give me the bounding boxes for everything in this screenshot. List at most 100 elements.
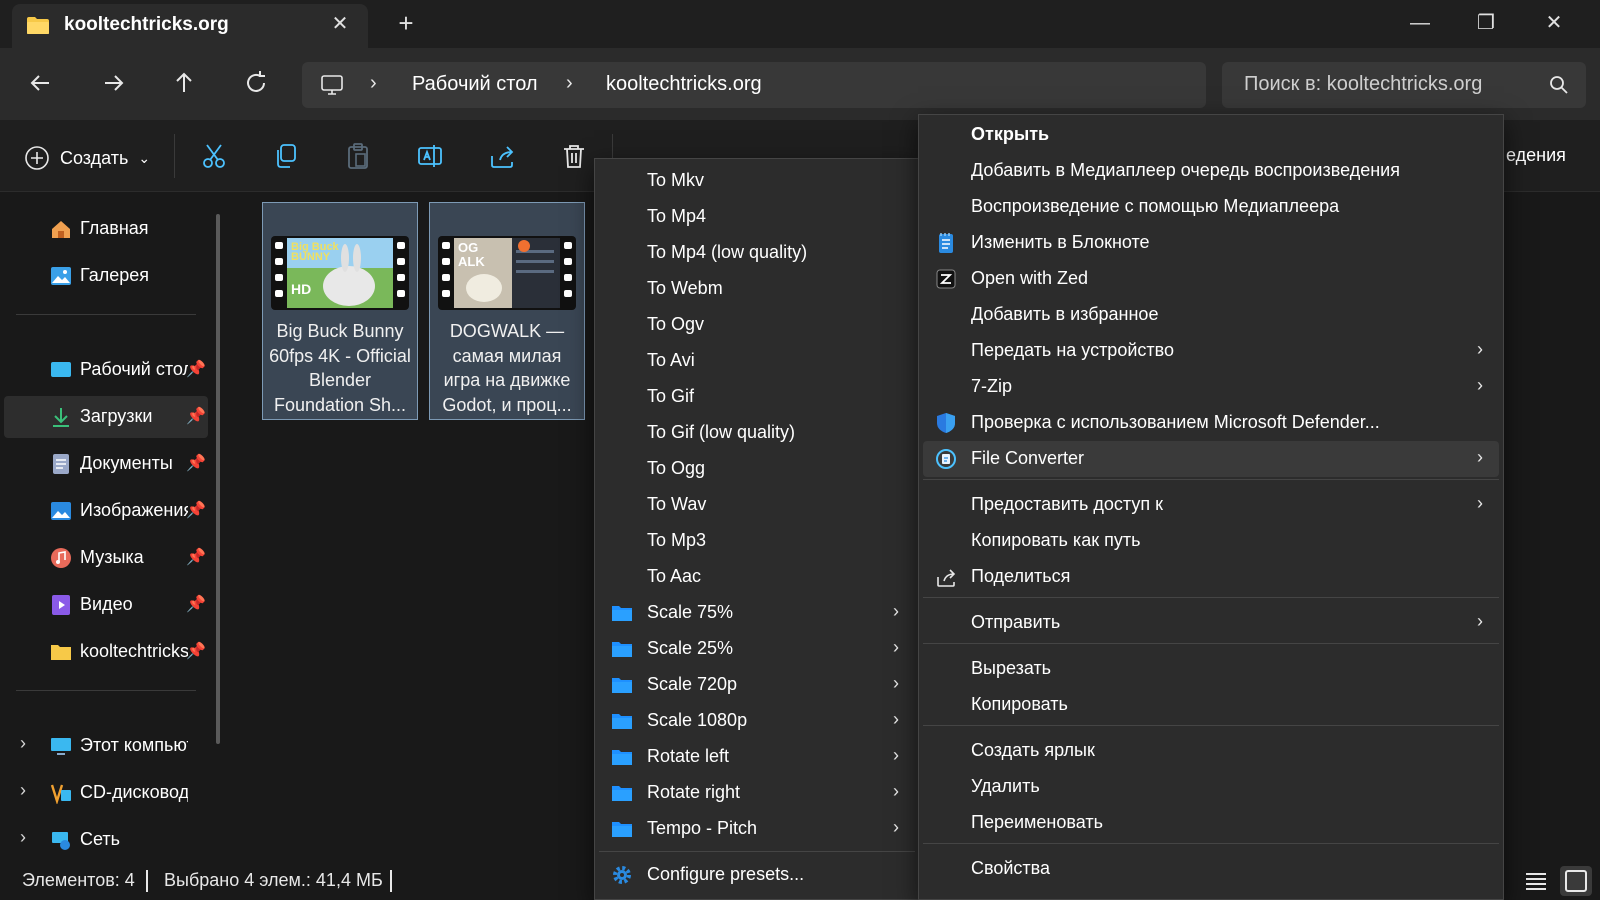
expand-chevron-icon[interactable]: › <box>20 780 26 801</box>
menu-item-8[interactable]: Проверка с использованием Microsoft Defe… <box>923 405 1499 441</box>
search-icon[interactable] <box>1548 74 1570 96</box>
converter-item-to-gif[interactable]: To Gif <box>599 379 915 415</box>
menu-item-7[interactable]: 7-Zip › <box>923 369 1499 405</box>
search-input[interactable]: Поиск в: kooltechtricks.org <box>1222 62 1586 108</box>
file-item-big-buck-bunny[interactable]: Big Buck BUNNY HD Big Buck Bunny 60fps 4… <box>262 202 418 420</box>
converter-item-rotate-left[interactable]: › Rotate left <box>599 739 915 775</box>
menu-item-5[interactable]: Добавить в избранное <box>923 297 1499 333</box>
large-icons-view-icon[interactable] <box>1560 866 1592 896</box>
menu-item-14[interactable]: Вырезать <box>923 651 1499 687</box>
sidebar-item-this-pc[interactable]: › Этот компьютер <box>4 725 208 767</box>
sidebar-item-cd-drive[interactable]: › CD-дисковод (D:) <box>4 772 208 814</box>
pin-icon[interactable]: 📌 <box>186 453 206 473</box>
converter-item-to-ogg[interactable]: To Ogg <box>599 451 915 487</box>
sidebar-item-pictures[interactable]: Изображения 📌 <box>4 490 208 532</box>
home-icon <box>52 221 70 238</box>
file-item-dogwalk[interactable]: OG ALK DOGWALK — самая милая игра на дви… <box>429 202 585 420</box>
menu-item-12[interactable]: Поделиться <box>923 559 1499 595</box>
sidebar-scrollbar[interactable] <box>216 214 220 744</box>
sidebar-item-network[interactable]: › Сеть <box>4 819 208 861</box>
menu-item-2[interactable]: Воспроизведение с помощью Медиаплеера <box>923 189 1499 225</box>
menu-item-4[interactable]: Open with Zed <box>923 261 1499 297</box>
menu-item-6[interactable]: Передать на устройство › <box>923 333 1499 369</box>
pin-icon[interactable]: 📌 <box>186 406 206 426</box>
up-arrow-icon[interactable] <box>166 65 202 101</box>
converter-item-scale-1080p[interactable]: › Scale 1080p <box>599 703 915 739</box>
sidebar-item-gallery[interactable]: Галерея <box>4 255 208 297</box>
menu-item-15[interactable]: Копировать <box>923 687 1499 723</box>
converter-item-scale-75[interactable]: › Scale 75% <box>599 595 915 631</box>
expand-chevron-icon[interactable]: › <box>20 733 26 754</box>
tab-title: kooltechtricks.org <box>64 14 229 35</box>
converter-item-to-mkv[interactable]: To Mkv <box>599 163 915 199</box>
tab-kooltechtricks[interactable]: kooltechtricks.org ✕ <box>12 4 368 48</box>
converter-item-to-mp3[interactable]: To Mp3 <box>599 523 915 559</box>
converter-item-to-aac[interactable]: To Aac <box>599 559 915 595</box>
rename-icon[interactable] <box>416 142 444 170</box>
converter-item-to-webm[interactable]: To Webm <box>599 271 915 307</box>
sidebar-item-kooltechtricks[interactable]: kooltechtricks.org 📌 <box>4 631 208 673</box>
create-button[interactable]: Создать ⌄ <box>24 144 150 172</box>
menu-item-16[interactable]: Создать ярлык <box>923 733 1499 769</box>
sidebar-item-downloads[interactable]: Загрузки 📌 <box>4 396 208 438</box>
copy-icon[interactable] <box>272 142 300 170</box>
breadcrumb-separator: › <box>370 72 377 94</box>
pin-icon[interactable]: 📌 <box>186 547 206 567</box>
converter-item-to-avi[interactable]: To Avi <box>599 343 915 379</box>
sidebar-item-music[interactable]: Музыка 📌 <box>4 537 208 579</box>
converter-item-rotate-right[interactable]: › Rotate right <box>599 775 915 811</box>
converter-item-to-gif-low-quality[interactable]: To Gif (low quality) <box>599 415 915 451</box>
delete-icon[interactable] <box>560 142 588 170</box>
converter-item-to-wav[interactable]: To Wav <box>599 487 915 523</box>
sidebar-item-home[interactable]: Главная <box>4 208 208 250</box>
chevron-right-icon: › <box>1477 611 1483 631</box>
converter-item-tempo-pitch[interactable]: › Tempo - Pitch <box>599 811 915 847</box>
menu-item-label: Копировать <box>971 694 1068 714</box>
menu-item-label: Переименовать <box>971 812 1103 832</box>
menu-item-9[interactable]: File Converter › <box>923 441 1499 477</box>
sidebar-item-documents[interactable]: Документы 📌 <box>4 443 208 485</box>
video-thumbnail: Big Buck BUNNY HD <box>271 236 409 310</box>
breadcrumb-current-folder[interactable]: kooltechtricks.org <box>606 73 762 96</box>
menu-item-17[interactable]: Удалить <box>923 769 1499 805</box>
forward-arrow-icon[interactable] <box>95 65 131 101</box>
pin-icon[interactable]: 📌 <box>186 641 206 661</box>
menu-item-1[interactable]: Добавить в Медиаплеер очередь воспроизве… <box>923 153 1499 189</box>
details-button-label[interactable]: едения <box>1506 145 1566 166</box>
converter-item-to-mp4[interactable]: To Mp4 <box>599 199 915 235</box>
details-view-icon[interactable] <box>1520 866 1552 896</box>
refresh-icon[interactable] <box>238 65 274 101</box>
paste-icon[interactable] <box>344 142 372 170</box>
menu-item-10[interactable]: Предоставить доступ к › <box>923 487 1499 523</box>
sidebar-item-videos[interactable]: Видео 📌 <box>4 584 208 626</box>
menu-item-19[interactable]: Свойства <box>923 851 1499 887</box>
menu-item-0[interactable]: Открыть <box>923 117 1499 153</box>
menu-item-11[interactable]: Копировать как путь <box>923 523 1499 559</box>
pin-icon[interactable]: 📌 <box>186 594 206 614</box>
converter-item-to-mp4-low-quality[interactable]: To Mp4 (low quality) <box>599 235 915 271</box>
breadcrumb-desktop[interactable]: Рабочий стол <box>412 73 538 96</box>
converter-item-scale-720p[interactable]: › Scale 720p <box>599 667 915 703</box>
sidebar-item-label: Галерея <box>80 265 150 285</box>
address-bar[interactable]: › Рабочий стол › kooltechtricks.org <box>302 62 1206 108</box>
menu-item-3[interactable]: Изменить в Блокноте <box>923 225 1499 261</box>
close-tab-icon[interactable]: ✕ <box>328 12 352 36</box>
new-tab-button[interactable]: + <box>394 10 418 36</box>
cut-icon[interactable] <box>200 142 228 170</box>
share-icon[interactable] <box>488 142 516 170</box>
pin-icon[interactable]: 📌 <box>186 500 206 520</box>
converter-item-configure-presets[interactable]: Configure presets... <box>599 857 915 893</box>
back-arrow-icon[interactable] <box>23 65 59 101</box>
maximize-button[interactable]: ❐ <box>1472 10 1500 36</box>
menu-item-13[interactable]: Отправить › <box>923 605 1499 641</box>
menu-item-label: 7-Zip <box>971 376 1013 396</box>
close-window-button[interactable]: ✕ <box>1540 10 1568 36</box>
expand-chevron-icon[interactable]: › <box>20 827 26 848</box>
menu-item-18[interactable]: Переименовать <box>923 805 1499 841</box>
converter-item-scale-25[interactable]: › Scale 25% <box>599 631 915 667</box>
chevron-right-icon: › <box>893 817 899 837</box>
sidebar-item-desktop[interactable]: Рабочий стол 📌 <box>4 349 208 391</box>
minimize-button[interactable]: — <box>1406 10 1434 36</box>
pin-icon[interactable]: 📌 <box>186 359 206 379</box>
converter-item-to-ogv[interactable]: To Ogv <box>599 307 915 343</box>
